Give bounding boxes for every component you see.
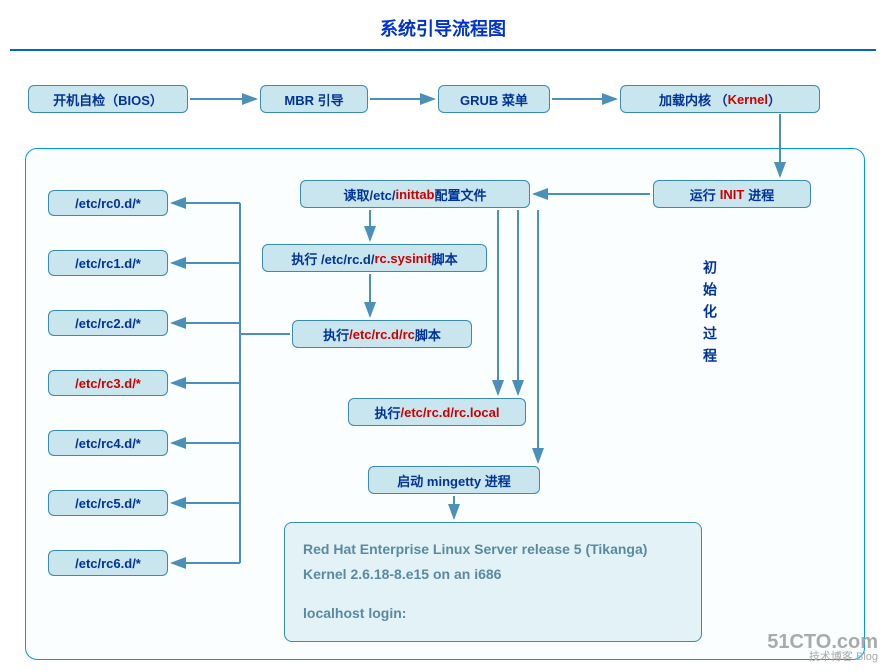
rc-item-3: /etc/rc3.d/* xyxy=(48,370,168,396)
box-sysinit: 执行 /etc/rc.d/rc.sysinit 脚本 xyxy=(262,244,487,272)
login-terminal: Red Hat Enterprise Linux Server release … xyxy=(284,522,702,642)
box-init: 运行 INIT 进程 xyxy=(653,180,811,208)
rc-item-4: /etc/rc4.d/* xyxy=(48,430,168,456)
diagram-title: 系统引导流程图 xyxy=(0,0,886,49)
box-rc-local: 执行/etc/rc.d/rc.local xyxy=(348,398,526,426)
rc-item-2: /etc/rc2.d/* xyxy=(48,310,168,336)
box-grub: GRUB 菜单 xyxy=(438,85,550,113)
rc-item-0: /etc/rc0.d/* xyxy=(48,190,168,216)
box-rc-script: 执行 /etc/rc.d/rc 脚本 xyxy=(292,320,472,348)
rc-item-6: /etc/rc6.d/* xyxy=(48,550,168,576)
title-underline xyxy=(10,49,876,51)
box-inittab: 读取/etc/inittab配置文件 xyxy=(300,180,530,208)
init-process-label: 初始化过程 xyxy=(700,260,720,370)
rc-item-1: /etc/rc1.d/* xyxy=(48,250,168,276)
box-kernel: 加载内核 （Kernel） xyxy=(620,85,820,113)
rc-item-5: /etc/rc5.d/* xyxy=(48,490,168,516)
watermark: 51CTO.com 技术博客 Blog xyxy=(767,632,878,663)
box-bios: 开机自检（BIOS） xyxy=(28,85,188,113)
box-mingetty: 启动 mingetty 进程 xyxy=(368,466,540,494)
box-mbr: MBR 引导 xyxy=(260,85,368,113)
